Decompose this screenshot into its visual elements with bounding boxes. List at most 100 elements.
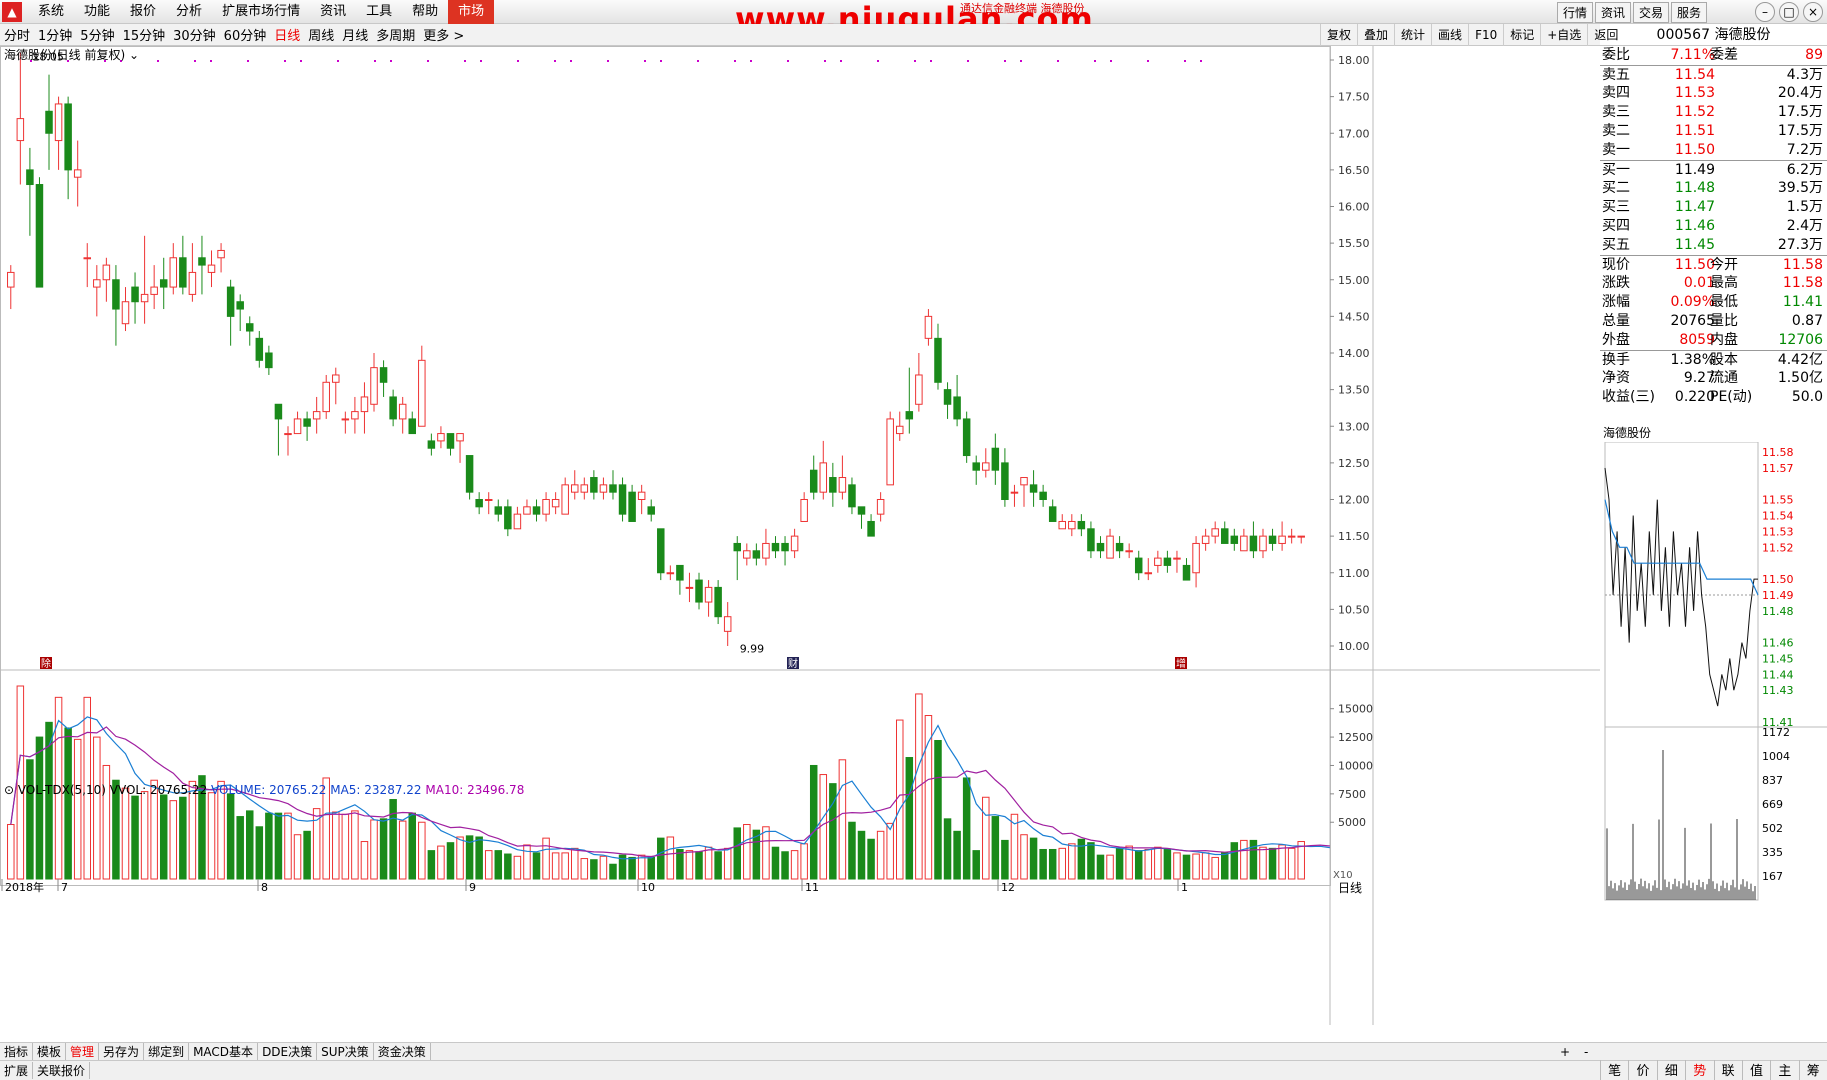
zoom-out-icon[interactable]: -: [1580, 1045, 1592, 1059]
kline-chart[interactable]: 18.00 17.50 17.00 16.50 16.00 15.50 15.00 14.50…: [0, 46, 1600, 1025]
candle: [284, 433, 292, 436]
app-logo-icon[interactable]: ▲: [2, 1, 22, 22]
period-tab[interactable]: 5分钟: [76, 25, 118, 44]
maximize-icon[interactable]: □: [1779, 2, 1799, 22]
volume-bar: [762, 826, 770, 880]
mini-tab[interactable]: 细: [1656, 1060, 1685, 1080]
period-tab[interactable]: 周线: [304, 25, 338, 44]
mini-volume-label: 669: [1762, 798, 1783, 811]
volume-bar: [265, 812, 273, 880]
menu-item-market[interactable]: 市场: [448, 0, 495, 24]
candle: [1058, 520, 1066, 530]
period-tab[interactable]: 1分钟: [34, 25, 76, 44]
volume-bar: [398, 820, 407, 880]
volume-bar: [771, 846, 780, 880]
zoom-in-icon[interactable]: +: [1556, 1045, 1574, 1059]
stat-row: 外盘 8059 内盘 12706: [1602, 332, 1823, 348]
menu-item[interactable]: 资讯: [310, 0, 356, 24]
mini-price-label: 11.44: [1762, 668, 1794, 681]
candle: [1221, 528, 1229, 544]
expand-tab[interactable]: 扩展: [0, 1062, 34, 1079]
draw-button[interactable]: 画线: [1431, 24, 1468, 46]
period-tab[interactable]: 分时: [0, 25, 34, 44]
stats-button[interactable]: 统计: [1394, 24, 1431, 46]
indicator-tab[interactable]: 绑定到: [144, 1043, 190, 1060]
volume-bar: [1115, 847, 1124, 880]
related-quotes-tab[interactable]: 关联报价: [33, 1062, 91, 1079]
mini-tab[interactable]: 价: [1628, 1060, 1656, 1080]
add-watchlist-button[interactable]: +自选: [1540, 24, 1587, 46]
period-tab[interactable]: 月线: [338, 25, 372, 44]
candle: [1106, 535, 1114, 559]
mini-tab[interactable]: 值: [1741, 1060, 1770, 1080]
news-button[interactable]: 资讯: [1594, 2, 1631, 23]
mini-volume-label: 837: [1762, 774, 1783, 787]
event-dot: [1200, 60, 1202, 62]
menu-item[interactable]: 帮助: [402, 0, 448, 24]
mark-button[interactable]: 标记: [1503, 24, 1540, 46]
price-axis-label: 12.00: [1338, 494, 1370, 507]
mini-tab[interactable]: 筹: [1798, 1060, 1827, 1080]
candle: [389, 396, 397, 420]
mini-tab[interactable]: 势: [1685, 1060, 1713, 1080]
candle: [351, 411, 359, 420]
volume-bar: [982, 796, 990, 880]
volume-bar: [494, 850, 503, 880]
menu-item[interactable]: 系统: [28, 0, 74, 24]
menu-item[interactable]: 报价: [120, 0, 166, 24]
period-tab[interactable]: 30分钟: [169, 25, 220, 44]
order-ratio-row: 委比 7.11% 委差 89: [1602, 47, 1823, 63]
menu-item[interactable]: 工具: [356, 0, 402, 24]
trade-button[interactable]: 交易: [1632, 2, 1669, 23]
candle: [819, 462, 828, 493]
volume-bar: [226, 793, 235, 880]
indicator-toggle-icon[interactable]: ⊙: [4, 783, 14, 797]
volume-bar: [1144, 848, 1153, 880]
mini-price-label: 11.46: [1762, 637, 1794, 650]
candle: [857, 506, 866, 515]
event-dot: [824, 60, 826, 62]
adjust-button[interactable]: 复权: [1320, 24, 1357, 46]
candle: [666, 572, 675, 575]
period-tab[interactable]: 15分钟: [119, 25, 170, 44]
mini-tab[interactable]: 笔: [1600, 1060, 1628, 1080]
minimize-icon[interactable]: –: [1755, 2, 1775, 22]
overlay-button[interactable]: 叠加: [1357, 24, 1394, 46]
mini-tab[interactable]: 主: [1770, 1060, 1798, 1080]
menu-item[interactable]: 分析: [166, 0, 212, 24]
period-tab-more[interactable]: 更多 >: [419, 25, 468, 44]
candle: [1020, 477, 1028, 486]
menu-item[interactable]: 扩展市场行情: [212, 0, 310, 24]
candle: [484, 499, 493, 501]
indicator-tab[interactable]: DDE决策: [258, 1043, 318, 1060]
menu-item[interactable]: 功能: [74, 0, 120, 24]
period-tab-daily[interactable]: 日线: [270, 25, 304, 44]
volume-bar: [389, 799, 397, 880]
indicator-tab[interactable]: SUP决策: [317, 1043, 374, 1060]
mini-tab[interactable]: 联: [1713, 1060, 1742, 1080]
intraday-mini-chart[interactable]: 11.58 11.57 11.55 11.54 11.53 11.52 11.50 11.49…: [1600, 442, 1827, 1060]
chevron-down-icon[interactable]: ⌄: [129, 48, 139, 62]
period-tab[interactable]: 60分钟: [220, 25, 271, 44]
indicator-tab[interactable]: MACD基本: [189, 1043, 259, 1060]
indicator-tab[interactable]: 资金决策: [374, 1043, 431, 1060]
candle: [475, 499, 483, 508]
indicator-tab[interactable]: 指标: [0, 1043, 34, 1060]
indicator-tab[interactable]: 模板: [33, 1043, 67, 1060]
volume-bar: [1221, 852, 1229, 880]
close-icon[interactable]: ×: [1803, 2, 1823, 22]
service-button[interactable]: 服务: [1670, 2, 1707, 23]
candle: [1115, 542, 1124, 552]
candle: [1068, 520, 1076, 530]
candle: [790, 535, 799, 552]
period-tab[interactable]: 多周期: [372, 25, 419, 44]
indicator-tab[interactable]: 另存为: [99, 1043, 145, 1060]
event-dot: [570, 60, 572, 62]
indicator-tab-manage[interactable]: 管理: [66, 1043, 100, 1060]
quotes-button[interactable]: 行情: [1556, 2, 1593, 23]
event-dot: [930, 60, 932, 62]
candle: [437, 433, 445, 442]
volume-bar: [571, 847, 579, 880]
candle: [1259, 535, 1267, 552]
f10-button[interactable]: F10: [1468, 24, 1503, 46]
